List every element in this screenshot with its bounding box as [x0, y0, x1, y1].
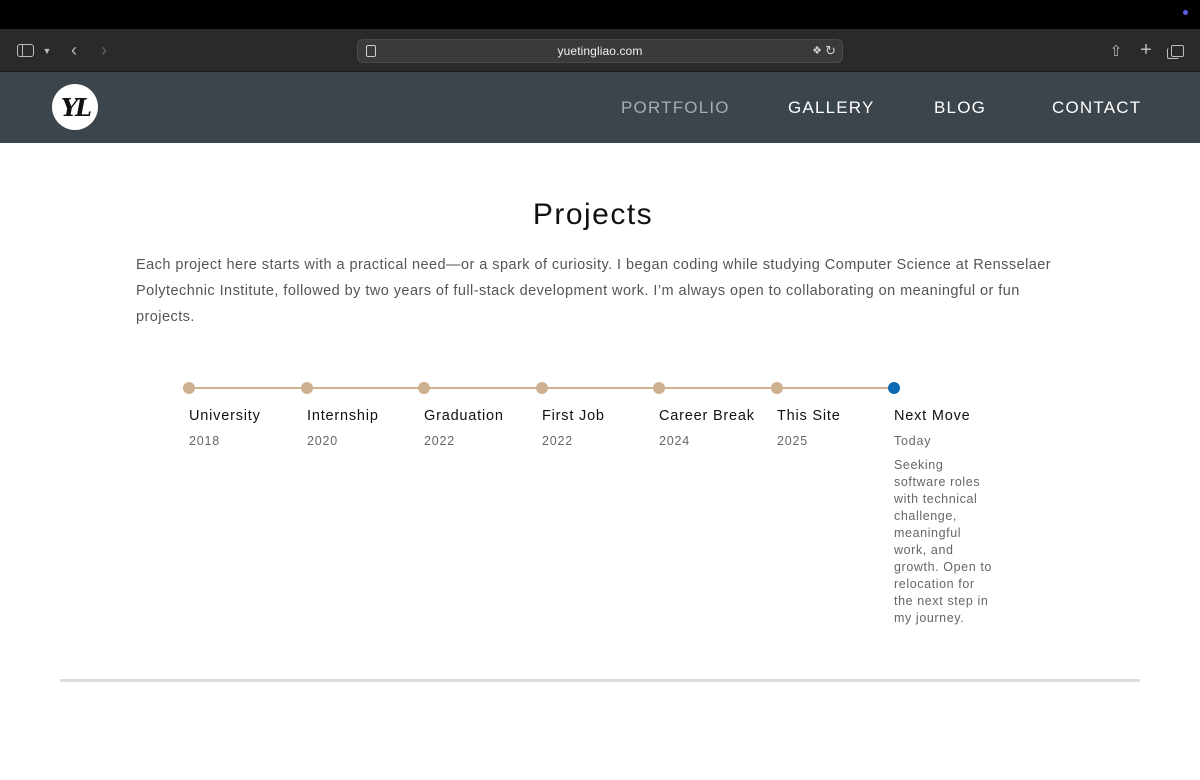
reload-icon[interactable]: ↻ [825, 43, 836, 59]
career-timeline: University 2018 Internship 2020 Graduati… [0, 380, 1200, 640]
share-icon[interactable]: ⇧ [1108, 29, 1124, 72]
intro-paragraph: Each project here starts with a practica… [136, 257, 1052, 325]
timeline-dot [301, 382, 313, 394]
forward-icon[interactable]: › [96, 29, 112, 72]
new-tab-icon[interactable]: + [1138, 29, 1154, 72]
timeline-dot [183, 382, 195, 394]
timeline-dot [536, 382, 548, 394]
logo-text: YL [60, 92, 92, 122]
site-header: YL PORTFOLIO GALLERY BLOG CONTACT [0, 72, 1200, 143]
timeline-dot [418, 382, 430, 394]
section-divider [60, 679, 1140, 682]
milestone-label: First Job [542, 408, 605, 424]
nav-link-contact[interactable]: CONTACT [1052, 98, 1141, 118]
timeline-dot-current [888, 382, 900, 394]
milestone-description: Seeking software roles with technical ch… [894, 458, 992, 625]
nav-item-contact[interactable]: CONTACT [1052, 72, 1141, 143]
milestone-year: 2022 [424, 434, 456, 448]
milestone-label: Internship [307, 408, 379, 424]
milestone-year: 2020 [307, 434, 339, 448]
milestone-label: Next Move [894, 408, 971, 424]
nav-item-blog[interactable]: BLOG [934, 72, 986, 143]
nav-item-gallery[interactable]: GALLERY [788, 72, 875, 143]
timeline-dot [653, 382, 665, 394]
nav-link-gallery[interactable]: GALLERY [788, 98, 875, 118]
url-text: yuetingliao.com [557, 44, 643, 58]
milestone-year: Today [894, 434, 932, 448]
nav-item-portfolio[interactable]: PORTFOLIO [621, 72, 730, 143]
back-icon[interactable]: ‹ [66, 29, 82, 72]
milestone-label: Graduation [424, 408, 504, 424]
address-bar[interactable]: yuetingliao.com ❖ ↻ [357, 39, 843, 63]
milestone-year: 2025 [777, 434, 809, 448]
chevron-down-icon[interactable]: ▼ [42, 29, 52, 72]
sidebar-toggle-icon[interactable] [16, 29, 34, 72]
milestone-year: 2022 [542, 434, 574, 448]
milestone-label: University [189, 408, 261, 424]
system-menu-bar [0, 0, 1200, 29]
milestone-label: This Site [777, 408, 841, 424]
translate-icon[interactable]: ❖ [812, 44, 822, 57]
milestone-year: 2024 [659, 434, 691, 448]
status-indicator-icon [1183, 10, 1188, 15]
page-title: Projects [532, 198, 654, 231]
site-logo[interactable]: YL [52, 84, 98, 130]
page-menu-icon[interactable] [366, 45, 376, 57]
timeline-dot [771, 382, 783, 394]
milestone-label: Career Break [659, 408, 755, 424]
nav-link-blog[interactable]: BLOG [934, 98, 986, 118]
milestone-year: 2018 [189, 434, 221, 448]
tab-overview-icon[interactable] [1166, 29, 1186, 72]
nav-link-portfolio[interactable]: PORTFOLIO [621, 98, 730, 118]
